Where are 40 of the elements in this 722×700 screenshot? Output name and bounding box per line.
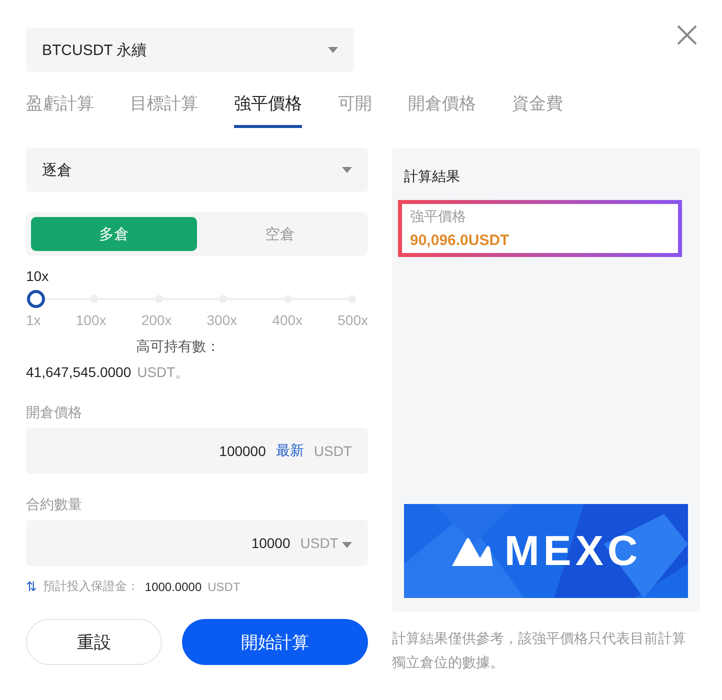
- reset-button[interactable]: 重設: [26, 619, 162, 665]
- disclaimer-text: 計算結果僅供參考，該強平價格只代表目前計算獨立倉位的數據。: [392, 629, 687, 672]
- quantity-field[interactable]: 10000 USDT: [26, 520, 368, 566]
- result-label: 強平價格: [410, 208, 467, 226]
- symbol-select[interactable]: BTCUSDT 永續: [26, 28, 354, 72]
- tab[interactable]: 資金費: [512, 88, 563, 128]
- margin-value: 1000.0000: [144, 580, 202, 594]
- margin-label: 預計投入保證金：: [42, 578, 139, 595]
- tick-label: 500x: [338, 312, 368, 328]
- slider-thumb[interactable]: [26, 290, 45, 308]
- latest-link[interactable]: 最新: [276, 442, 304, 460]
- field-label: 開倉價格: [26, 404, 82, 420]
- max-position-label: 高可持有數：: [136, 338, 220, 354]
- calculate-button[interactable]: 開始計算: [182, 619, 368, 665]
- close-icon: [676, 24, 698, 46]
- unit-label: USDT: [208, 580, 240, 594]
- entry-price-field[interactable]: 100000 最新 USDT: [26, 428, 368, 474]
- tab[interactable]: 盈虧計算: [26, 88, 94, 128]
- tick-label: 100x: [76, 312, 106, 328]
- field-label: 合約數量: [26, 496, 82, 512]
- tab[interactable]: 可開: [338, 88, 372, 128]
- tab[interactable]: 目標計算: [130, 88, 198, 128]
- tab[interactable]: 開倉價格: [408, 88, 476, 128]
- tick-label: 300x: [206, 312, 238, 328]
- result-title: 計算結果: [404, 168, 461, 186]
- caret-icon: [328, 47, 338, 53]
- tick-label: 1x: [26, 312, 41, 328]
- margin-mode-select[interactable]: 逐倉: [26, 148, 368, 192]
- result-value: 90,096.0USDT: [410, 232, 510, 249]
- max-position-amount: 41,647,545.0000: [26, 364, 132, 382]
- tick-label: 400x: [272, 312, 303, 328]
- close-button[interactable]: [676, 24, 698, 46]
- unit-label: USDT。: [137, 364, 190, 382]
- tick-label: 200x: [141, 312, 172, 328]
- swap-icon[interactable]: ⇅: [26, 578, 37, 594]
- caret-icon: [342, 167, 352, 173]
- banner-text: MEXC: [504, 527, 642, 575]
- leverage-value: 10x: [26, 268, 49, 284]
- tab[interactable]: 強平價格: [234, 88, 302, 128]
- side-tab[interactable]: 多倉: [31, 217, 197, 251]
